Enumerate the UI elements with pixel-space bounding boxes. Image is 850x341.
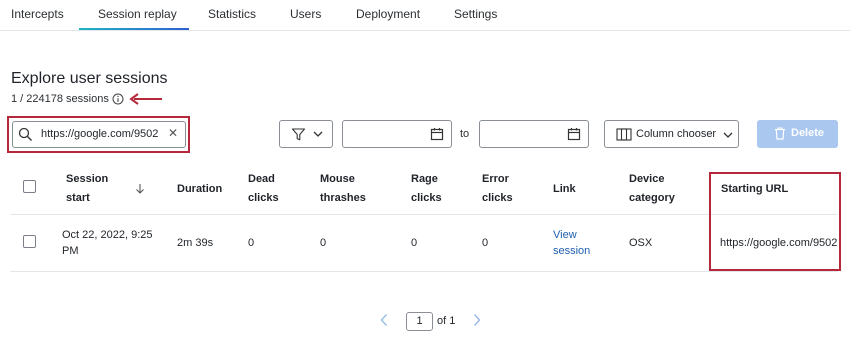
cell-text: Oct 22, 2022, 9:25 bbox=[62, 229, 153, 241]
header-text: start bbox=[66, 192, 90, 204]
header-text: Rage bbox=[411, 173, 438, 185]
search-input[interactable]: https://google.com/9502 ✕ bbox=[12, 121, 186, 148]
chevron-down-icon bbox=[313, 131, 323, 137]
column-chooser-button[interactable]: Column chooser bbox=[604, 120, 739, 148]
select-all-checkbox[interactable] bbox=[23, 180, 36, 193]
tab-session-replay[interactable]: Session replay bbox=[98, 7, 177, 21]
column-header-error-clicks[interactable]: Error clicks bbox=[482, 170, 513, 208]
trash-icon bbox=[775, 127, 785, 140]
date-range-to-label: to bbox=[460, 128, 470, 140]
clear-search-icon[interactable]: ✕ bbox=[168, 126, 178, 140]
cell-error-clicks: 0 bbox=[482, 237, 489, 249]
tab-deployment[interactable]: Deployment bbox=[356, 7, 420, 21]
delete-label: Delete bbox=[791, 127, 825, 139]
cell-session-start: Oct 22, 2022, 9:25 PM bbox=[62, 227, 153, 259]
info-icon[interactable] bbox=[112, 93, 124, 105]
column-header-session-start[interactable]: Session start bbox=[66, 170, 108, 208]
tab-users[interactable]: Users bbox=[290, 7, 321, 21]
column-header-link[interactable]: Link bbox=[553, 180, 576, 199]
calendar-icon[interactable] bbox=[567, 127, 581, 141]
start-date-input[interactable] bbox=[342, 120, 452, 148]
header-text: Error bbox=[482, 173, 509, 185]
view-session-link[interactable]: View session bbox=[553, 227, 590, 259]
cell-mouse-thrashes: 0 bbox=[320, 237, 327, 249]
chevron-down-icon bbox=[723, 132, 733, 138]
header-text: Dead bbox=[248, 173, 275, 185]
column-header-device-category[interactable]: Device category bbox=[629, 170, 675, 208]
column-header-duration[interactable]: Duration bbox=[177, 180, 222, 199]
column-chooser-label: Column chooser bbox=[636, 128, 717, 140]
header-text: Session bbox=[66, 173, 109, 185]
header-text: Device bbox=[629, 173, 665, 185]
cell-device-category: OSX bbox=[629, 237, 653, 249]
columns-icon bbox=[616, 128, 632, 141]
next-page-icon[interactable] bbox=[472, 313, 482, 327]
row-checkbox[interactable] bbox=[23, 235, 36, 248]
starting-url-annotation-box bbox=[709, 172, 841, 271]
cell-text: PM bbox=[62, 245, 79, 257]
end-date-input[interactable] bbox=[479, 120, 589, 148]
column-header-dead-clicks[interactable]: Dead clicks bbox=[248, 170, 279, 208]
cell-rage-clicks: 0 bbox=[411, 237, 418, 249]
filter-button[interactable] bbox=[279, 120, 333, 148]
link-text[interactable]: session bbox=[553, 243, 590, 259]
page-total-label: of 1 bbox=[437, 315, 456, 327]
column-header-rage-clicks[interactable]: Rage clicks bbox=[411, 170, 442, 208]
cell-duration: 2m 39s bbox=[177, 237, 214, 249]
header-text: clicks bbox=[482, 192, 513, 204]
session-count: 1 / 224178 sessions bbox=[11, 93, 109, 105]
previous-page-icon[interactable] bbox=[379, 313, 389, 327]
search-input-value[interactable]: https://google.com/9502 bbox=[41, 128, 165, 140]
sort-arrow-down-icon[interactable] bbox=[135, 183, 145, 194]
header-text: clicks bbox=[248, 192, 279, 204]
cell-dead-clicks: 0 bbox=[248, 237, 255, 249]
page-title: Explore user sessions bbox=[11, 70, 168, 87]
search-icon bbox=[18, 127, 32, 141]
header-text: clicks bbox=[411, 192, 442, 204]
funnel-icon bbox=[291, 128, 306, 141]
delete-button[interactable]: Delete bbox=[757, 120, 838, 148]
annotation-arrow-icon bbox=[129, 93, 162, 105]
link-text[interactable]: View bbox=[553, 227, 590, 243]
header-text: category bbox=[629, 192, 675, 204]
tab-statistics[interactable]: Statistics bbox=[208, 7, 256, 21]
calendar-icon[interactable] bbox=[430, 127, 444, 141]
tab-bar: Intercepts Session replay Statistics Use… bbox=[0, 0, 850, 31]
table-divider bbox=[10, 271, 838, 272]
column-header-mouse-thrashes[interactable]: Mouse thrashes bbox=[320, 170, 366, 208]
tab-settings[interactable]: Settings bbox=[454, 7, 497, 21]
header-text: Mouse bbox=[320, 173, 355, 185]
page-number-input[interactable]: 1 bbox=[406, 312, 433, 331]
active-tab-indicator bbox=[79, 28, 189, 30]
header-text: thrashes bbox=[320, 192, 366, 204]
tab-intercepts[interactable]: Intercepts bbox=[11, 7, 64, 21]
